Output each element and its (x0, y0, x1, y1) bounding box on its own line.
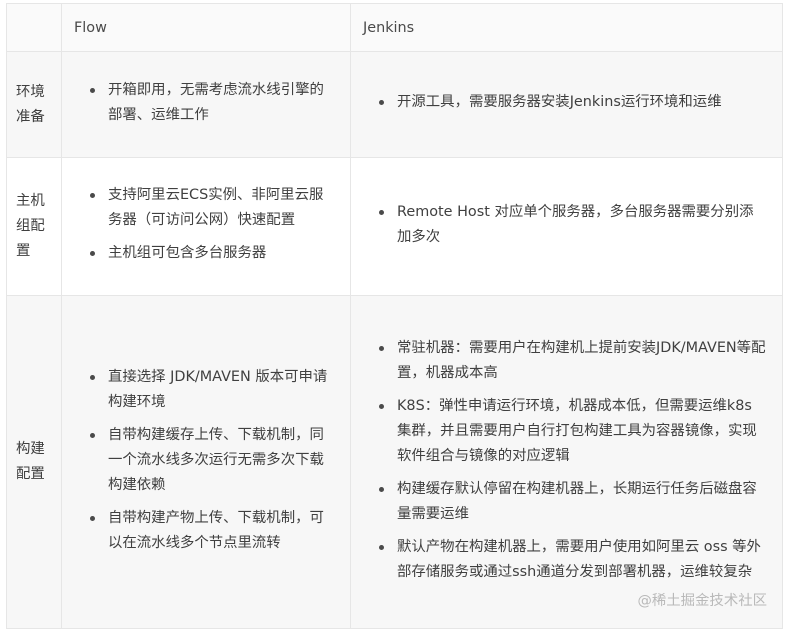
flow-cell: 支持阿里云ECS实例、非阿里云服务器（可访问公网）快速配置 主机组可包含多台服务… (61, 157, 351, 296)
list-item: 自带构建缓存上传、下载机制，同一个流水线多次运行无需多次下载构建依赖 (90, 423, 334, 498)
table-row: 环境准备 开箱即用，无需考虑流水线引擎的部署、运维工作 开源工具，需要服务器安装… (6, 51, 783, 158)
table-row: 主机组配置 支持阿里云ECS实例、非阿里云服务器（可访问公网）快速配置 主机组可… (6, 157, 783, 296)
flow-list: 支持阿里云ECS实例、非阿里云服务器（可访问公网）快速配置 主机组可包含多台服务… (62, 183, 350, 266)
list-item: 开箱即用，无需考虑流水线引擎的部署、运维工作 (90, 78, 334, 128)
row-label: 环境准备 (6, 51, 62, 158)
table-row: 构建配置 直接选择 JDK/MAVEN 版本可申请构建环境 自带构建缓存上传、下… (6, 295, 783, 629)
table-header-row: Flow Jenkins (6, 3, 783, 52)
jenkins-list: Remote Host 对应单个服务器，多台服务器需要分别添加多次 (351, 200, 782, 250)
header-cell-empty (6, 3, 62, 52)
jenkins-cell: 常驻机器：需要用户在构建机上提前安装JDK/MAVEN等配置，机器成本高 K8S… (350, 295, 783, 629)
list-item: 自带构建产物上传、下载机制，可以在流水线多个节点里流转 (90, 506, 334, 556)
jenkins-cell: 开源工具，需要服务器安装Jenkins运行环境和运维 (350, 51, 783, 158)
list-item: 常驻机器：需要用户在构建机上提前安装JDK/MAVEN等配置，机器成本高 (379, 336, 766, 386)
jenkins-list: 开源工具，需要服务器安装Jenkins运行环境和运维 (351, 90, 782, 115)
list-item: 主机组可包含多台服务器 (90, 241, 334, 266)
flow-cell: 开箱即用，无需考虑流水线引擎的部署、运维工作 (61, 51, 351, 158)
flow-cell: 直接选择 JDK/MAVEN 版本可申请构建环境 自带构建缓存上传、下载机制，同… (61, 295, 351, 629)
row-label: 主机组配置 (6, 157, 62, 296)
watermark-text: @稀土掘金技术社区 (637, 593, 767, 609)
list-item: 构建缓存默认停留在构建机器上，长期运行任务后磁盘容量需要运维 (379, 477, 766, 527)
list-item: 开源工具，需要服务器安装Jenkins运行环境和运维 (379, 90, 766, 115)
jenkins-cell: Remote Host 对应单个服务器，多台服务器需要分别添加多次 (350, 157, 783, 296)
flow-list: 开箱即用，无需考虑流水线引擎的部署、运维工作 (62, 78, 350, 128)
header-cell-jenkins: Jenkins (350, 3, 783, 52)
header-cell-flow: Flow (61, 3, 351, 52)
flow-list: 直接选择 JDK/MAVEN 版本可申请构建环境 自带构建缓存上传、下载机制，同… (62, 365, 350, 556)
list-item: 直接选择 JDK/MAVEN 版本可申请构建环境 (90, 365, 334, 415)
comparison-table: Flow Jenkins 环境准备 开箱即用，无需考虑流水线引擎的部署、运维工作… (6, 3, 783, 629)
list-item: Remote Host 对应单个服务器，多台服务器需要分别添加多次 (379, 200, 766, 250)
list-item: 默认产物在构建机器上，需要用户使用如阿里云 oss 等外部存储服务或通过ssh通… (379, 535, 766, 585)
jenkins-list: 常驻机器：需要用户在构建机上提前安装JDK/MAVEN等配置，机器成本高 K8S… (351, 336, 782, 585)
list-item: K8S：弹性申请运行环境，机器成本低，但需要运维k8s集群，并且需要用户自行打包… (379, 394, 766, 469)
list-item: 支持阿里云ECS实例、非阿里云服务器（可访问公网）快速配置 (90, 183, 334, 233)
row-label: 构建配置 (6, 295, 62, 629)
